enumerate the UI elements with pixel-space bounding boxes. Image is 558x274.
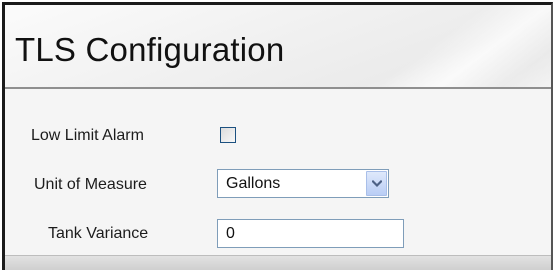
panel-header: TLS Configuration xyxy=(5,5,551,89)
tls-configuration-panel: TLS Configuration Low Limit Alarm Unit o… xyxy=(2,2,553,270)
panel-footer-divider xyxy=(5,255,551,270)
unit-of-measure-value: Gallons xyxy=(226,175,281,192)
tank-variance-input[interactable]: 0 xyxy=(217,219,404,248)
chevron-down-icon xyxy=(372,180,382,188)
page-title: TLS Configuration xyxy=(15,31,285,68)
configuration-form: Low Limit Alarm Unit of Measure Gallons … xyxy=(5,89,551,259)
dropdown-button[interactable] xyxy=(366,171,387,196)
low-limit-alarm-label: Low Limit Alarm xyxy=(31,127,144,144)
low-limit-alarm-checkbox[interactable] xyxy=(220,127,236,143)
header-sheen xyxy=(301,5,551,87)
tank-variance-value: 0 xyxy=(226,225,235,242)
tank-variance-label: Tank Variance xyxy=(48,225,149,242)
unit-of-measure-select[interactable]: Gallons xyxy=(217,169,389,198)
unit-of-measure-label: Unit of Measure xyxy=(34,176,147,193)
